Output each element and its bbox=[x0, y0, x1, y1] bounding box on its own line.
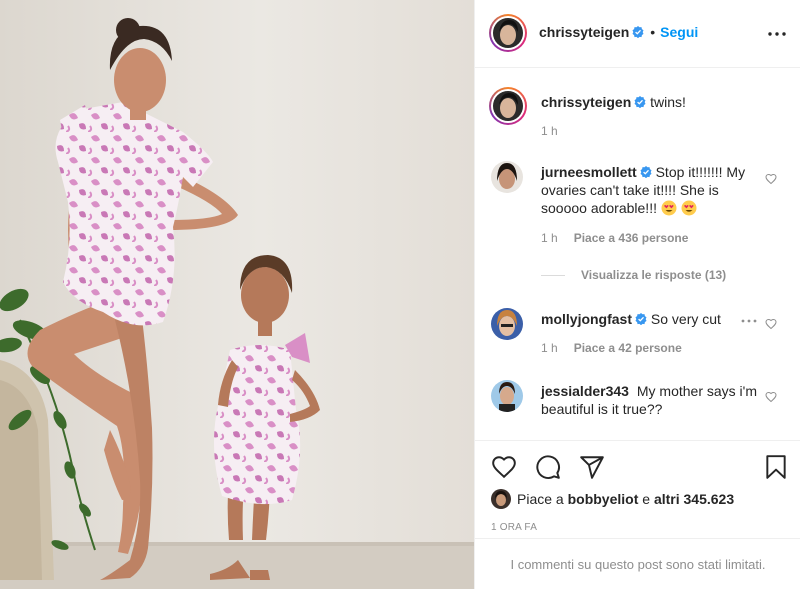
header-separator: • bbox=[650, 24, 656, 40]
more-icon[interactable] bbox=[765, 22, 789, 46]
post-photo[interactable] bbox=[0, 0, 474, 589]
avatar-face-icon bbox=[491, 380, 523, 412]
liker-avatar bbox=[491, 489, 511, 509]
share-icon[interactable] bbox=[579, 454, 605, 480]
comment: mollyjongfast So very cut bbox=[541, 310, 741, 328]
post-header: chrissyteigen • Segui bbox=[475, 0, 800, 68]
heart-icon[interactable] bbox=[491, 454, 517, 480]
header-user: chrissyteigen • Segui bbox=[539, 24, 698, 40]
comment-meta: 1 h Piace a 42 persone bbox=[541, 341, 682, 355]
comment: jessialder343 My mother says i'm beautif… bbox=[541, 382, 757, 418]
comment-like-icon[interactable] bbox=[765, 173, 777, 185]
avatar-face-icon bbox=[491, 308, 523, 340]
caption-avatar[interactable] bbox=[489, 87, 527, 125]
comment-text: So very cut bbox=[650, 311, 721, 327]
author-username[interactable]: chrissyteigen bbox=[539, 24, 629, 40]
post-sidebar: chrissyteigen • Segui chrissyteigen twin… bbox=[474, 0, 800, 589]
view-replies-label: Visualizza le risposte (13) bbox=[581, 268, 727, 282]
comment-time: 1 h bbox=[541, 341, 558, 355]
verified-icon bbox=[632, 26, 644, 38]
comments-limited-notice: I commenti su questo post sono stati lim… bbox=[475, 538, 800, 589]
heart-eyes-emoji-icon bbox=[681, 200, 697, 216]
caption: chrissyteigen twins! bbox=[541, 93, 757, 111]
caption-text: twins! bbox=[650, 94, 686, 110]
more-icon[interactable] bbox=[740, 316, 758, 326]
replies-divider bbox=[541, 274, 565, 276]
comment-icon[interactable] bbox=[535, 454, 561, 480]
comment-like-icon[interactable] bbox=[765, 391, 777, 403]
verified-icon bbox=[635, 313, 647, 325]
caption-time: 1 h bbox=[541, 124, 558, 138]
comment-username[interactable]: jurneesmollett bbox=[541, 164, 637, 180]
caption-username[interactable]: chrissyteigen bbox=[541, 94, 631, 110]
follow-button[interactable]: Segui bbox=[660, 24, 698, 40]
comment-likes[interactable]: Piace a 436 persone bbox=[574, 231, 689, 245]
verified-icon bbox=[640, 166, 652, 178]
bookmark-icon[interactable] bbox=[763, 454, 789, 480]
photo-illustration bbox=[0, 0, 474, 589]
likes-joiner: e bbox=[642, 491, 651, 507]
comment-avatar[interactable] bbox=[491, 308, 523, 340]
likes-prefix: Piace a bbox=[517, 491, 564, 507]
comment-like-icon[interactable] bbox=[765, 318, 777, 330]
avatar-face-icon bbox=[491, 161, 523, 193]
comment-likes[interactable]: Piace a 42 persone bbox=[574, 341, 682, 355]
comment-username[interactable]: mollyjongfast bbox=[541, 311, 632, 327]
liker-username[interactable]: bobbyeliot bbox=[568, 491, 639, 507]
comments-limited-text: I commenti su questo post sono stati lim… bbox=[510, 556, 766, 572]
heart-eyes-emoji-icon bbox=[661, 200, 677, 216]
comments-list[interactable]: chrissyteigen twins! 1 h jurneesmollett … bbox=[475, 69, 800, 440]
comment-time: 1 h bbox=[541, 231, 558, 245]
comment: jurneesmollett Stop it!!!!!!! My ovaries… bbox=[541, 163, 757, 217]
avatar-face-icon bbox=[491, 489, 511, 509]
comment-avatar[interactable] bbox=[491, 380, 523, 412]
post-actions: Piace a bobbyeliot e altri 345.623 1 ORA… bbox=[475, 440, 800, 538]
likes-count[interactable]: altri 345.623 bbox=[654, 491, 734, 507]
verified-icon bbox=[634, 96, 646, 108]
avatar-face-icon bbox=[493, 18, 523, 48]
post-timestamp[interactable]: 1 ORA FA bbox=[491, 522, 537, 533]
comment-username[interactable]: jessialder343 bbox=[541, 383, 629, 399]
avatar-face-icon bbox=[493, 91, 523, 121]
instagram-post: chrissyteigen • Segui chrissyteigen twin… bbox=[0, 0, 800, 589]
likes-summary[interactable]: Piace a bobbyeliot e altri 345.623 bbox=[491, 489, 734, 509]
view-replies-button[interactable]: Visualizza le risposte (13) bbox=[541, 268, 726, 282]
caption-time-text: 1 h bbox=[541, 124, 558, 138]
comment-avatar[interactable] bbox=[491, 161, 523, 193]
author-avatar[interactable] bbox=[489, 14, 527, 52]
comment-meta: 1 h Piace a 436 persone bbox=[541, 231, 688, 245]
